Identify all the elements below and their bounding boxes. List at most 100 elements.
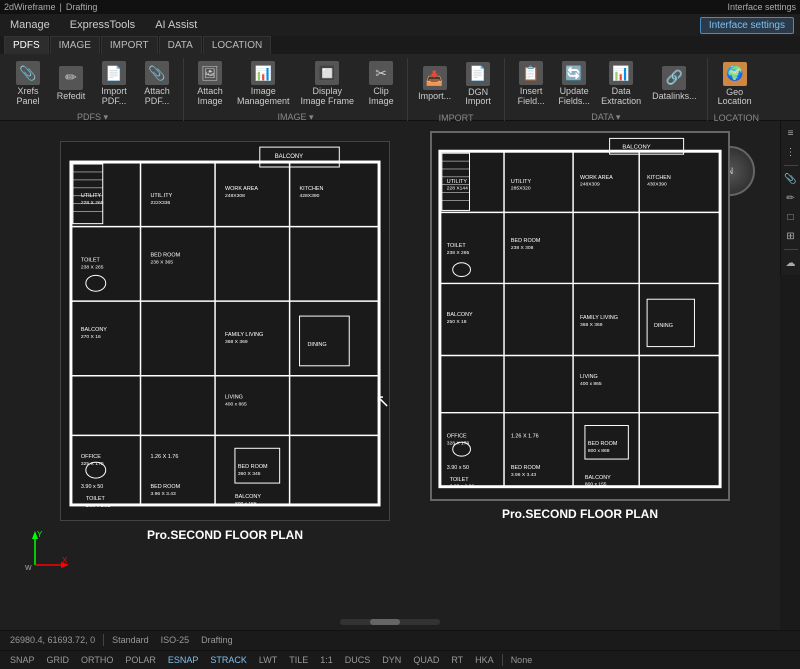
ribbon: PDFS IMAGE IMPORT DATA LOCATION 📎 XrefsP… (0, 36, 800, 121)
svg-text:BALCONY: BALCONY (585, 475, 611, 481)
grid-btn[interactable]: ⊞ (783, 228, 799, 244)
quad-toggle[interactable]: QUAD (409, 654, 443, 666)
data-extraction-btn[interactable]: 📊 DataExtraction (597, 58, 645, 110)
svg-text:1.26 X 1.76: 1.26 X 1.76 (511, 433, 539, 439)
scroll-thumb[interactable] (370, 619, 400, 625)
clip-image-btn[interactable]: ✂ ClipImage (361, 58, 401, 110)
data-extraction-icon: 📊 (609, 61, 633, 85)
insert-field-btn[interactable]: 📋 InsertField... (511, 58, 551, 110)
svg-text:430X390: 430X390 (647, 182, 667, 188)
attach-pdf-btn[interactable]: 📎 AttachPDF... (137, 58, 177, 110)
ribbon-content: 📎 XrefsPanel ✏ Refedit 📄 ImportPDF... 📎 … (0, 54, 800, 124)
refedit-btn[interactable]: ✏ Refedit (51, 63, 91, 105)
import-pdf-btn[interactable]: 📄 ImportPDF... (94, 58, 134, 110)
drawing-mode: Drafting (66, 2, 98, 12)
attach-pdf-icon: 📎 (145, 61, 169, 85)
interface-settings-button[interactable]: Interface settings (700, 17, 794, 34)
attach-btn[interactable]: 📎 (783, 171, 799, 187)
svg-text:BED ROOM: BED ROOM (150, 484, 180, 490)
svg-text:3.96 X 3.43: 3.96 X 3.43 (511, 472, 536, 478)
tab-image[interactable]: IMAGE (50, 36, 100, 54)
svg-text:368 X 369: 368 X 369 (225, 339, 248, 345)
svg-text:TOILET: TOILET (447, 243, 467, 249)
svg-text:UTIL.ITY: UTIL.ITY (150, 193, 172, 199)
lwt-toggle[interactable]: LWT (255, 654, 281, 666)
more-options-btn[interactable]: ⋮ (783, 144, 799, 160)
rt-toggle[interactable]: RT (447, 654, 467, 666)
grid-toggle[interactable]: GRID (43, 654, 74, 666)
tile-toggle[interactable]: TILE (285, 654, 312, 666)
pdfs-buttons: 📎 XrefsPanel ✏ Refedit 📄 ImportPDF... 📎 … (8, 58, 177, 110)
ai-assist-menu[interactable]: AI Assist (151, 17, 201, 33)
hka-toggle[interactable]: HKA (471, 654, 498, 666)
geo-location-btn[interactable]: 🌍 GeoLocation (714, 59, 756, 111)
drawing-mode-display: Drafting (197, 634, 237, 646)
svg-text:800 x 155: 800 x 155 (585, 482, 607, 488)
update-fields-btn[interactable]: 🔄 UpdateFields... (554, 58, 594, 110)
plan-title-right: Pro.SECOND FLOOR PLAN (502, 507, 658, 521)
attach-image-btn[interactable]: 🖼 AttachImage (190, 58, 230, 110)
svg-text:OFFICE: OFFICE (447, 433, 467, 439)
top-bar: 2dWireframe | Drafting Interface setting… (0, 0, 800, 14)
import-icon: 📥 (423, 66, 447, 90)
panel-settings-btn[interactable]: ≡ (783, 125, 799, 141)
svg-text:BALCONY: BALCONY (622, 144, 650, 150)
ribbon-tabs: PDFS IMAGE IMPORT DATA LOCATION (0, 36, 800, 54)
ribbon-group-import: 📥 Import... 📄 DGNImport IMPORT (410, 58, 505, 124)
svg-text:800 x 155: 800 x 155 (235, 501, 257, 507)
toolbar-divider-1 (784, 165, 798, 166)
tab-location[interactable]: LOCATION (203, 36, 271, 54)
interface-settings-link[interactable]: Interface settings (727, 2, 796, 12)
svg-text:TOILET: TOILET (81, 257, 101, 263)
snap-toggle[interactable]: SNAP (6, 654, 39, 666)
dgn-import-icon: 📄 (466, 62, 490, 86)
attach-image-icon: 🖼 (198, 61, 222, 85)
tab-pdfs[interactable]: PDFS (4, 36, 49, 54)
ducs-toggle[interactable]: DUCS (341, 654, 375, 666)
svg-text:LIVING: LIVING (225, 395, 243, 401)
horizontal-scrollbar[interactable] (340, 619, 440, 625)
strack-toggle[interactable]: STRACK (206, 654, 251, 666)
manage-menu[interactable]: Manage (6, 17, 54, 33)
svg-text:222X336: 222X336 (150, 200, 170, 206)
xrefs-icon: 📎 (16, 61, 40, 85)
xrefs-panel-btn[interactable]: 📎 XrefsPanel (8, 58, 48, 110)
datalinks-btn[interactable]: 🔗 Datalinks... (648, 63, 701, 105)
svg-text:325 X 170: 325 X 170 (81, 461, 104, 467)
image-management-btn[interactable]: 📊 ImageManagement (233, 58, 294, 110)
clip-image-label: ClipImage (369, 87, 394, 107)
refedit-label: Refedit (57, 92, 86, 102)
svg-text:OFFICE: OFFICE (81, 454, 101, 460)
import-btn[interactable]: 📥 Import... (414, 63, 455, 105)
polar-toggle[interactable]: POLAR (121, 654, 160, 666)
tab-import[interactable]: IMPORT (101, 36, 158, 54)
cloud-btn[interactable]: ☁ (783, 255, 799, 271)
image-management-label: ImageManagement (237, 87, 290, 107)
scale-toggle[interactable]: 1:1 (316, 654, 337, 666)
box-btn[interactable]: □ (783, 209, 799, 225)
image-buttons: 🖼 AttachImage 📊 ImageManagement 🔲 Displa… (190, 58, 401, 110)
xrefs-label: XrefsPanel (16, 87, 39, 107)
svg-text:BALCONY: BALCONY (81, 327, 107, 333)
tab-data[interactable]: DATA (159, 36, 202, 54)
status-bottom-row: SNAP GRID ORTHO POLAR ESNAP STRACK LWT T… (0, 651, 800, 669)
display-image-frame-label: DisplayImage Frame (301, 87, 355, 107)
svg-text:BED ROOM: BED ROOM (511, 465, 541, 471)
canvas-area[interactable]: N BALCONY UTILITY (0, 121, 780, 630)
svg-text:TOILET: TOILET (450, 477, 470, 483)
svg-text:228 X 265: 228 X 265 (81, 200, 104, 206)
svg-text:2.80 x 2.82: 2.80 x 2.82 (86, 503, 111, 509)
svg-text:248X308: 248X308 (225, 193, 245, 199)
draw-btn[interactable]: ✏ (783, 190, 799, 206)
dyn-toggle[interactable]: DYN (378, 654, 405, 666)
right-status: None (507, 654, 537, 666)
expresstools-menu[interactable]: ExpressTools (66, 17, 139, 33)
clip-image-icon: ✂ (369, 61, 393, 85)
ortho-toggle[interactable]: ORTHO (77, 654, 117, 666)
display-image-frame-btn[interactable]: 🔲 DisplayImage Frame (297, 58, 359, 110)
toolbar-divider-2 (784, 249, 798, 250)
dgn-import-btn[interactable]: 📄 DGNImport (458, 59, 498, 111)
svg-text:400 x 865: 400 x 865 (225, 402, 247, 408)
ribbon-group-image: 🖼 AttachImage 📊 ImageManagement 🔲 Displa… (186, 58, 408, 124)
esnap-toggle[interactable]: ESNAP (164, 654, 203, 666)
